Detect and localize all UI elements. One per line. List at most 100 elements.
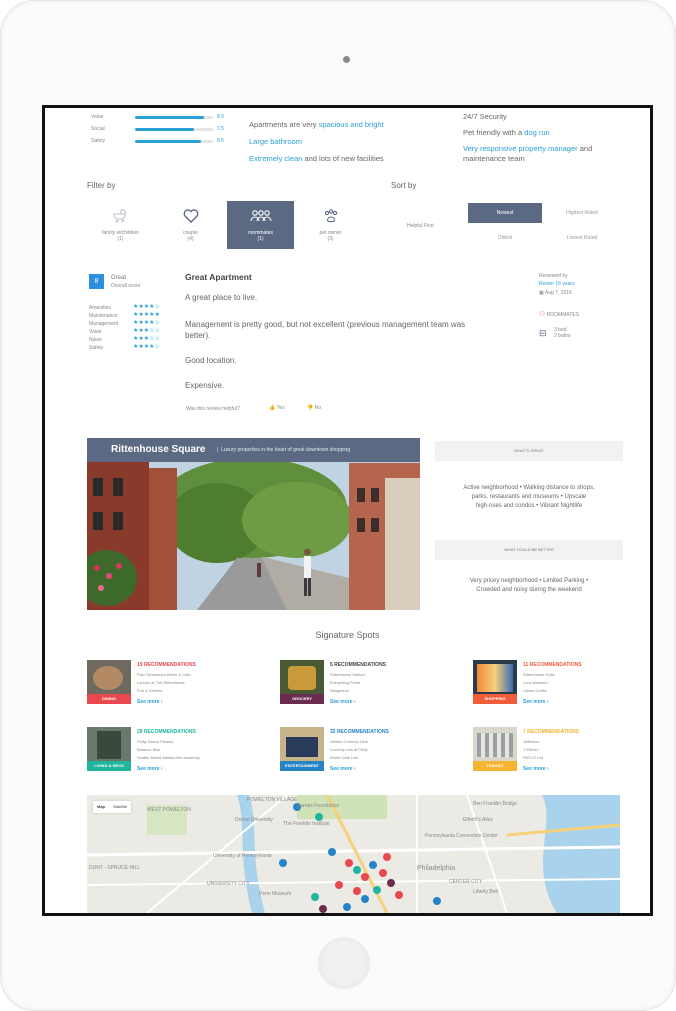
map-tab-map[interactable]: Map <box>93 801 109 813</box>
helpful-no-label: No <box>314 405 322 411</box>
reviewed-by-label: Reviewed by <box>539 273 568 279</box>
highlights-left: Apartments are very spacious and bright … <box>249 116 384 167</box>
highlight-link[interactable]: spacious and bright <box>319 120 384 129</box>
filter-tab-count: (4) <box>187 236 194 242</box>
highlight-link[interactable]: Extremely clean <box>249 154 302 163</box>
helpful-question: Was this review helpful? <box>186 406 240 412</box>
spot-place: 7 Eleven <box>523 747 539 752</box>
review-text: Good location. <box>185 356 237 365</box>
calendar-icon: ▦ <box>539 290 544 296</box>
whats-great-text: Active neighborhood • Walking distance t… <box>435 484 623 511</box>
spot-place: Everything Fresh <box>330 680 361 685</box>
review-text: better). <box>185 331 211 340</box>
sort-newest-button[interactable]: Newest <box>468 203 542 223</box>
review-text: Management is pretty good, but not excel… <box>185 320 466 329</box>
sort-lowest-button[interactable]: Lowest Rated <box>545 228 619 248</box>
whats-great-line: Active neighborhood • Walking distance t… <box>463 485 595 491</box>
thumbs-down-icon: 👎 <box>307 405 314 411</box>
reviewer-name[interactable]: Renter 16 years <box>539 281 575 287</box>
heart-icon <box>157 209 224 226</box>
spot-card-grocery[interactable]: GROCERY 5 RECOMMENDATIONS Rittenhouse Ma… <box>280 660 440 715</box>
spot-place: World Cafe Live <box>330 755 359 760</box>
could-be-better-text: Very pricey neighborhood • Limited Parki… <box>435 577 623 595</box>
see-more-link[interactable]: See more › <box>137 699 163 705</box>
map-label: UNIVERSITY CITY <box>207 881 250 887</box>
see-more-link[interactable]: See more › <box>137 766 163 772</box>
highlight-text: and <box>577 144 593 153</box>
spot-tag: LIVING & RECS <box>87 761 131 771</box>
star-rating: ★★★★☆ <box>133 320 160 326</box>
highlight-link[interactable]: Large bathroom <box>249 137 302 146</box>
review-category: Maintenance <box>89 313 118 319</box>
sort-highest-button[interactable]: Highest Rated <box>545 203 619 223</box>
spot-card-dining[interactable]: DINING 19 RECOMMENDATIONS Parc Restauran… <box>87 660 247 715</box>
star-rating: ★★★★☆ <box>133 344 160 350</box>
map-tab-satellite[interactable]: Satellite <box>109 801 131 813</box>
review-categories: Amenities Maintenance Management Value N… <box>89 304 118 352</box>
map-type-toggle[interactable]: Map Satellite <box>93 801 132 813</box>
map-label: Philadelphia <box>417 865 456 872</box>
filter-tab-family[interactable]: family w/children (1) <box>87 201 154 249</box>
review-subgrade: Overall score <box>111 283 141 289</box>
home-button[interactable] <box>318 937 370 989</box>
review-score-badge: 8 <box>89 274 104 289</box>
spot-place: Philly Dance Fitness <box>137 739 174 744</box>
review-category: Value <box>89 329 102 335</box>
see-more-link[interactable]: See more › <box>330 699 356 705</box>
highlight-link[interactable]: dog run <box>524 128 549 137</box>
filter-tab-count: (3) <box>327 236 334 242</box>
spot-card-transit[interactable]: TRANSIT 7 RECOMMENDATIONS Jefferson 7 El… <box>473 727 633 782</box>
see-more-link[interactable]: See more › <box>330 766 356 772</box>
spot-place: Rittenhouse Hotel <box>523 672 555 677</box>
room-type-text: ROOMMATES <box>546 312 580 318</box>
review-text: Expensive. <box>185 381 225 390</box>
spot-count: 11 RECOMMENDATIONS <box>523 662 582 668</box>
filter-tab-couple[interactable]: couple (4) <box>157 201 224 249</box>
rating-bar <box>135 140 213 143</box>
bed-bath: 3 bed 2 baths <box>554 327 570 339</box>
highlight-text: 24/7 Security <box>463 112 507 121</box>
spot-card-living[interactable]: LIVING & RECS 28 RECOMMENDATIONS Philly … <box>87 727 247 782</box>
see-more-link[interactable]: See more › <box>523 699 549 705</box>
room-type: ⚇ ROOMMATES <box>539 310 579 318</box>
neighborhood-photo: Rittenhouse Square | Luxury properties i… <box>87 438 420 610</box>
sort-helpful[interactable]: Helpful First <box>407 223 434 229</box>
spot-place: Lacroix at The Rittenhouse <box>137 680 185 685</box>
spot-card-entertainment[interactable]: ENTERTAINMENT 32 RECOMMENDATIONS Helium … <box>280 727 440 782</box>
spot-tag: DINING <box>87 694 131 704</box>
spot-tag: ENTERTAINMENT <box>280 761 324 771</box>
filter-tab-roommates[interactable]: roommates (1) <box>227 201 294 249</box>
highlight-text: maintenance team <box>463 154 525 163</box>
spot-place: Parc Restaurant Bistro & Cafe <box>137 672 191 677</box>
neighborhood-tagline-text: Luxury properties in the heart of great … <box>221 447 351 453</box>
sort-oldest-button[interactable]: Oldest <box>468 228 542 248</box>
review-category: Management <box>89 321 119 327</box>
street-scene-image <box>87 438 420 610</box>
see-more-link[interactable]: See more › <box>523 766 549 772</box>
spot-place: Walgreens <box>330 688 349 693</box>
thumbs-up-icon: 👍 <box>269 405 276 411</box>
filter-tab-count: (1) <box>257 236 264 242</box>
filter-tab-pet-owner[interactable]: pet owner (3) <box>297 201 364 249</box>
map-label: WEST POWELTON <box>147 807 191 813</box>
rating-label: Social <box>91 126 105 132</box>
spot-place: Rittenhouse Market <box>330 672 365 677</box>
highlight-text: Pet friendly with a <box>463 128 525 137</box>
highlight-link[interactable]: Very responsive property manager <box>463 144 578 153</box>
whats-great-header: WHAT'S GREAT <box>435 441 623 461</box>
helpful-no-button[interactable]: 👎 No <box>307 405 321 411</box>
rating-score: 7.5 <box>217 126 224 132</box>
could-be-better-line: Very pricey neighborhood • Limited Parki… <box>469 578 589 584</box>
spot-card-shopping[interactable]: SHOPPING 11 RECOMMENDATIONS Rittenhouse … <box>473 660 633 715</box>
paw-icon <box>297 209 364 226</box>
could-be-better-header: WHAT COULD BE BETTER <box>435 540 623 560</box>
neighborhood-map[interactable]: Map Satellite POWELTON VILLAGE WEST POWE… <box>87 795 620 913</box>
map-label: Drexel University <box>235 817 273 823</box>
review-title: Great Apartment <box>185 272 252 282</box>
highlight-text: Apartments are very <box>249 120 319 129</box>
spot-place: Ultimo Coffee <box>523 688 548 693</box>
helpful-yes-label: Yes <box>276 405 285 411</box>
map-label: University of Pennsylvania <box>213 853 272 859</box>
helpful-yes-button[interactable]: 👍 Yes <box>269 405 285 411</box>
could-be-better-line: Crowded and noisy during the weekend <box>476 587 582 593</box>
